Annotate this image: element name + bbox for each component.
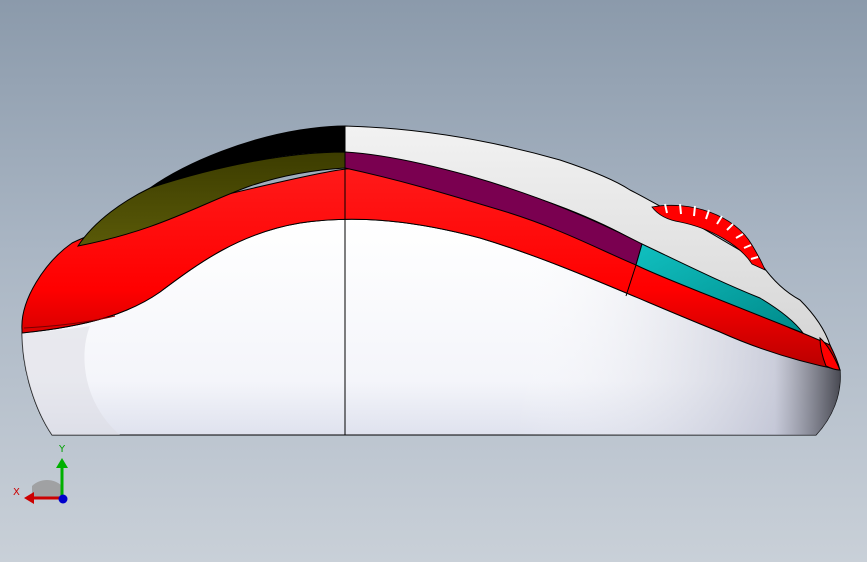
mouse-3d-model[interactable] — [0, 0, 867, 562]
y-axis-arrow — [56, 458, 68, 468]
coordinate-triad: X Y — [13, 444, 68, 504]
x-axis-label: X — [13, 487, 20, 498]
z-axis-dot — [58, 494, 68, 504]
x-axis-arrow — [24, 492, 34, 504]
triad-plane-shade — [32, 480, 62, 498]
y-axis-label: Y — [58, 444, 66, 455]
